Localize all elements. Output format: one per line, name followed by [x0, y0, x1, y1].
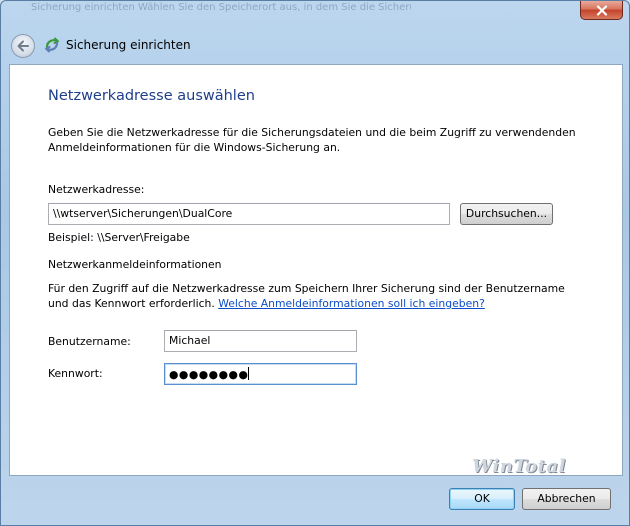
password-dots: ●●●●●●●●: [169, 368, 249, 381]
wintotal-watermark: WinTotal: [472, 456, 566, 477]
dialog-window: Sicherung einrichten Wählen Sie den Spei…: [0, 0, 630, 526]
credentials-heading: Netzwerkanmeldeinformationen: [48, 258, 222, 271]
backup-icon: [45, 37, 59, 53]
credentials-text: Für den Zugriff auf die Netzwerkadresse …: [48, 281, 588, 311]
password-input[interactable]: ●●●●●●●●: [164, 363, 357, 385]
username-label: Benutzername:: [48, 335, 131, 348]
close-button[interactable]: [580, 1, 623, 20]
network-address-label: Netzwerkadresse:: [48, 183, 145, 196]
button-bar: OK Abbrechen: [1, 477, 629, 525]
text-caret: [248, 367, 250, 380]
password-label: Kennwort:: [48, 367, 103, 380]
browse-button[interactable]: Durchsuchen...: [460, 203, 553, 225]
navigation-bar: Sicherung einrichten: [1, 28, 629, 64]
back-arrow-icon: [17, 40, 29, 52]
ghost-background-text: Wählen Sie den Speicherort aus, in dem S…: [138, 2, 411, 13]
dialog-title: Sicherung einrichten: [66, 38, 191, 52]
close-icon: [596, 4, 607, 16]
content-panel: Netzwerkadresse auswählen Geben Sie die …: [9, 64, 623, 477]
ghost-title-text: Sicherung einrichten: [31, 2, 135, 13]
username-input[interactable]: Michael: [164, 330, 357, 352]
ghost-title: Sicherung einrichten Wählen Sie den Spei…: [31, 2, 411, 14]
page-heading: Netzwerkadresse auswählen: [48, 88, 255, 104]
back-button[interactable]: [11, 34, 35, 58]
network-address-input[interactable]: \\wtserver\Sicherungen\DualCore: [48, 203, 450, 225]
ok-button[interactable]: OK: [449, 488, 515, 510]
credentials-help-link[interactable]: Welche Anmeldeinformationen soll ich ein…: [218, 297, 485, 310]
title-bar[interactable]: Sicherung einrichten Wählen Sie den Spei…: [1, 1, 629, 23]
example-text: Beispiel: \\Server\Freigabe: [48, 231, 190, 244]
cancel-button[interactable]: Abbrechen: [522, 488, 611, 510]
intro-text: Geben Sie die Netzwerkadresse für die Si…: [48, 126, 576, 154]
